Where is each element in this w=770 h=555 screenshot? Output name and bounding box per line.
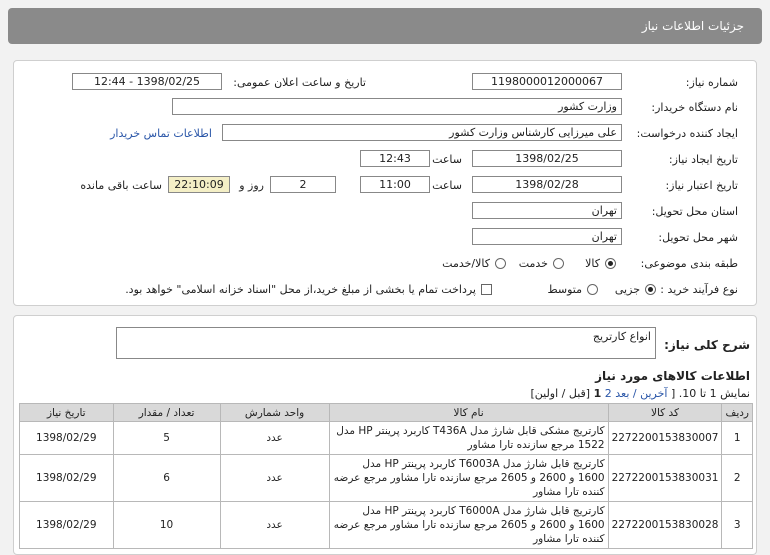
buyer-contact-link[interactable]: اطلاعات تماس خریدار [110, 127, 212, 140]
valid-time-field: 11:00 [360, 176, 430, 193]
announce-label: تاریخ و ساعت اعلان عمومی: [233, 76, 366, 89]
need-number-field: 1198000012000067 [472, 73, 622, 90]
pagination-last-next-link[interactable]: آخرین / بعد [615, 387, 667, 400]
created-time-field: 12:43 [360, 150, 430, 167]
page-title: جزئیات اطلاعات نیاز [641, 19, 744, 33]
created-date-label: تاریخ ایجاد نیاز: [668, 153, 738, 166]
goods-code: 2272200153830028 [607, 501, 723, 549]
buyer-field: وزارت کشور [172, 98, 622, 115]
created-date-field: 1398/02/25 [472, 150, 622, 167]
pagination-suffix: [قبل / اولین] [530, 387, 591, 400]
category-both-radio[interactable] [495, 258, 506, 269]
col-date-header: تاریخ نیاز [19, 403, 114, 422]
table-row: 3 2272200153830028 کارتریج قابل شارژ مدل… [19, 501, 753, 549]
valid-date-label: تاریخ اعتبار نیاز: [665, 179, 738, 192]
goods-qty: 10 [112, 501, 221, 549]
col-unit-header: واحد شمارش [219, 403, 330, 422]
goods-code: 2272200153830031 [607, 454, 723, 502]
days-field: 2 [270, 176, 336, 193]
general-description-label: شرح کلی نیاز: [664, 338, 750, 352]
treasury-payment-note: پرداخت تمام یا بخشی از مبلغ خرید،از محل … [125, 283, 476, 296]
creator-field: علی میرزایی کارشناس وزارت کشور [222, 124, 622, 141]
page-header: جزئیات اطلاعات نیاز [8, 8, 762, 44]
goods-date: 1398/02/29 [19, 454, 114, 502]
purchase-type-label: نوع فرآیند خرید : [660, 283, 738, 296]
purchase-medium-label: متوسط [547, 283, 582, 296]
category-label: طبقه بندی موضوعی: [640, 257, 738, 270]
category-service-label: خدمت [518, 257, 548, 270]
goods-unit: عدد [219, 454, 330, 502]
goods-table: ردیف کد کالا نام کالا واحد شمارش تعداد /… [19, 403, 753, 549]
city-field: تهران [472, 228, 622, 245]
goods-section-title: اطلاعات کالاهای مورد نیاز [595, 369, 750, 383]
pagination-current-page: 1 [593, 387, 602, 400]
valid-time-label: ساعت [432, 179, 462, 192]
province-field: تهران [472, 202, 622, 219]
remaining-time-field: 22:10:09 [168, 176, 230, 193]
category-service-radio[interactable] [553, 258, 564, 269]
need-details-panel: شماره نیاز: 1198000012000067 تاریخ و ساع… [13, 60, 757, 306]
category-goods-radio[interactable] [605, 258, 616, 269]
treasury-payment-checkbox[interactable] [481, 284, 492, 295]
category-goods-label: کالا [585, 257, 600, 270]
purchase-minor-label: جزیی [614, 283, 640, 296]
goods-code: 2272200153830007 [607, 421, 723, 455]
goods-name: کارتریج مشکی قابل شارژ مدل T436A کاربرد … [328, 421, 609, 455]
city-label: شهر محل تحویل: [658, 231, 738, 244]
goods-name: کارتریج قابل شارژ مدل T6003A کاربرد پرین… [328, 454, 609, 502]
row-index: 1 [721, 421, 753, 455]
goods-table-header: ردیف کد کالا نام کالا واحد شمارش تعداد /… [19, 403, 753, 422]
goods-unit: عدد [219, 501, 330, 549]
days-label: روز و [239, 179, 264, 192]
province-label: استان محل تحویل: [651, 205, 738, 218]
goods-qty: 6 [112, 454, 221, 502]
goods-panel: شرح کلی نیاز: انواع کارتریج اطلاعات کالا… [13, 315, 757, 555]
valid-date-field: 1398/02/28 [472, 176, 622, 193]
created-time-label: ساعت [432, 153, 462, 166]
col-code-header: کد کالا [607, 403, 723, 422]
buyer-label: نام دستگاه خریدار: [651, 101, 738, 114]
table-row: 2 2272200153830031 کارتریج قابل شارژ مدل… [19, 454, 753, 502]
goods-date: 1398/02/29 [19, 421, 114, 455]
category-both-label: کالا/خدمت [442, 257, 490, 270]
purchase-minor-radio[interactable] [645, 284, 656, 295]
need-number-label: شماره نیاز: [685, 76, 738, 89]
general-description-field: انواع کارتریج [116, 327, 656, 359]
goods-name: کارتریج قابل شارژ مدل T6000A کاربرد پرین… [328, 501, 609, 549]
row-index: 3 [721, 501, 753, 549]
pagination-prefix: نمایش 1 تا 10. [ [670, 387, 750, 400]
announce-field: 1398/02/25 - 12:44 [72, 73, 222, 90]
table-row: 1 2272200153830007 کارتریج مشکی قابل شار… [19, 421, 753, 455]
goods-qty: 5 [112, 421, 221, 455]
col-row-header: ردیف [721, 403, 753, 422]
purchase-medium-radio[interactable] [587, 284, 598, 295]
creator-label: ایجاد کننده درخواست: [636, 127, 738, 140]
pagination: نمایش 1 تا 10. [ آخرین / بعد 2 1 [قبل / … [530, 387, 750, 400]
col-qty-header: تعداد / مقدار [112, 403, 221, 422]
goods-unit: عدد [219, 421, 330, 455]
col-name-header: نام کالا [328, 403, 609, 422]
goods-date: 1398/02/29 [19, 501, 114, 549]
remaining-label: ساعت باقی مانده [80, 179, 162, 192]
pagination-page-2-link[interactable]: 2 [605, 387, 612, 400]
row-index: 2 [721, 454, 753, 502]
